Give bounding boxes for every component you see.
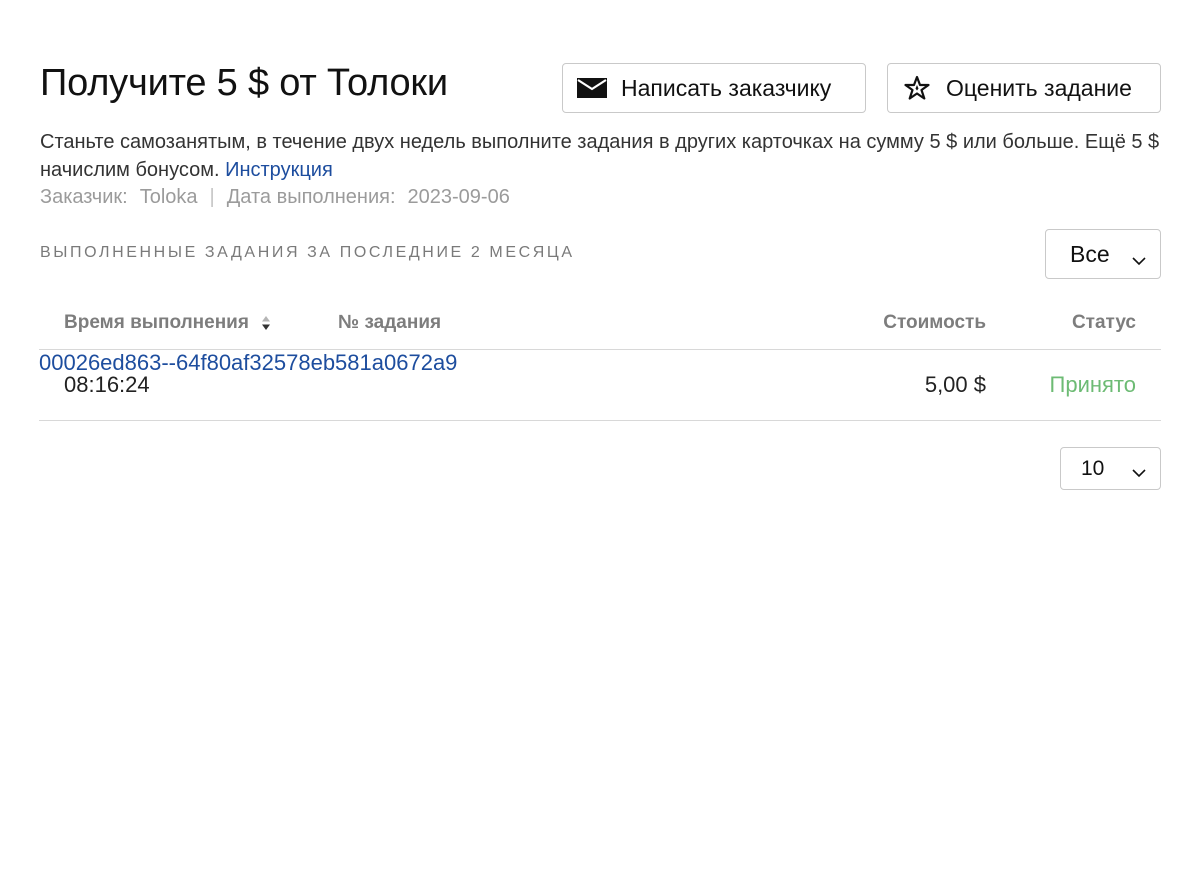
page: Получите 5 $ от Толоки Написать заказчик…	[0, 0, 1200, 896]
status-badge: Принято	[1049, 372, 1136, 397]
requester-label: Заказчик:	[40, 186, 128, 208]
cell-cost: 5,00 $	[924, 372, 986, 397]
column-header-cost: Стоимость	[883, 312, 986, 333]
table-header: Время выполнения № задания Стоимость Ста…	[39, 300, 1161, 350]
page-size-value: 10	[1081, 456, 1105, 480]
column-time-label: Время выполнения	[64, 312, 249, 333]
tasks-table: Время выполнения № задания Стоимость Ста…	[39, 300, 1161, 421]
write-requester-label: Написать заказчику	[621, 74, 832, 101]
status-filter-value: Все	[1070, 240, 1110, 267]
date-label: Дата выполнения:	[226, 186, 396, 208]
requester-value: Toloka	[139, 186, 198, 208]
task-description: Станьте самозанятым, в течение двух неде…	[40, 128, 1170, 184]
date-value: 2023-09-06	[407, 186, 510, 208]
column-header-status: Статус	[1071, 312, 1136, 333]
description-text: Станьте самозанятым, в течение двух неде…	[40, 131, 1160, 181]
meta-separator: |	[209, 186, 215, 208]
column-header-time[interactable]: Время выполнения	[64, 312, 271, 334]
envelope-icon	[575, 75, 609, 101]
rate-task-label: Оценить задание	[946, 74, 1132, 101]
chevron-down-icon	[1132, 247, 1146, 266]
task-meta: Заказчик: Toloka | Дата выполнения: 2023…	[40, 186, 510, 209]
cell-time: 08:16:24	[64, 372, 150, 397]
write-requester-button[interactable]: Написать заказчику	[562, 63, 866, 113]
sort-icon[interactable]	[261, 315, 271, 331]
completed-tasks-heading: Выполненные задания за последние 2 месяц…	[40, 244, 575, 261]
page-title: Получите 5 $ от Толоки	[40, 62, 448, 104]
star-icon	[900, 75, 934, 101]
table-row: 08:16:24 00026ed863--64f80af32578eb581a0…	[39, 350, 1161, 421]
page-size-select[interactable]: 10	[1060, 447, 1161, 490]
rate-task-button[interactable]: Оценить задание	[887, 63, 1161, 113]
chevron-down-icon	[1132, 462, 1146, 477]
column-header-number: № задания	[338, 312, 442, 333]
instruction-link[interactable]: Инструкция	[225, 159, 333, 181]
status-filter-select[interactable]: Все	[1045, 229, 1161, 279]
